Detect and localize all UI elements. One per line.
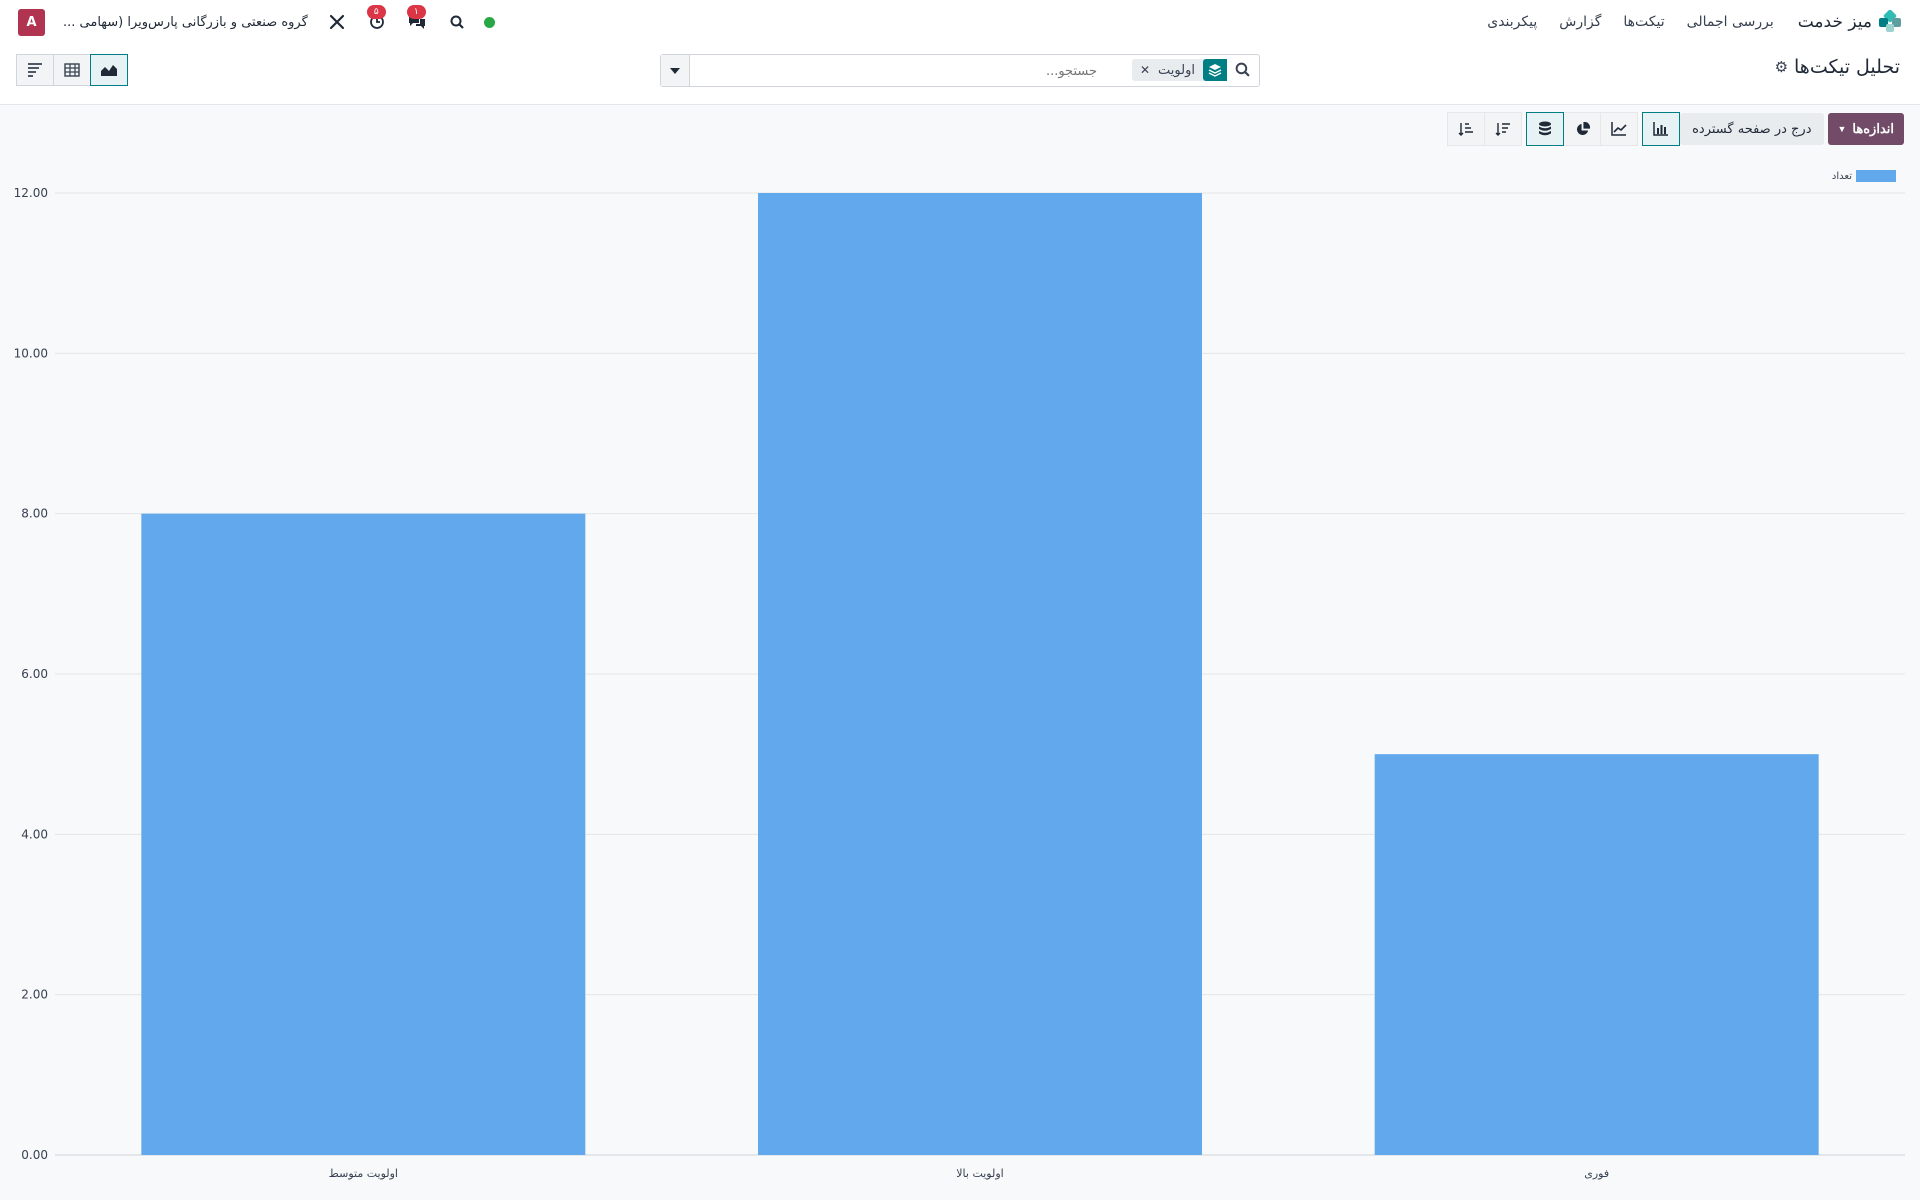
activity-clock-icon[interactable]: ۵ [366,5,388,33]
graph-chart: 0.00 2.00 4.00 6.00 8.00 10.00 12.00 اولویت مت… [14,186,1905,1180]
pivot-view-button[interactable] [53,54,91,86]
bar[interactable] [141,513,586,1155]
page-title-text: تحلیل تیکت‌ها [1794,56,1900,78]
search-icon[interactable] [1235,62,1251,78]
navbar-main-menu: میز خدمت بررسی اجمالی تیکت‌ها گزارش پیکر… [1465,0,1902,44]
search-options-toggle[interactable] [661,55,690,86]
search-bar: اولویت ✕ [660,54,1260,87]
line-chart-icon [1611,122,1627,136]
database-stack-icon [1539,121,1552,136]
bar-chart-button[interactable] [1642,112,1681,146]
legend-swatch [1856,170,1896,182]
online-status-icon [483,16,495,28]
y-tick-label: 4.00 [21,827,48,841]
x-tick-label: فوری [1584,1167,1609,1180]
view-switcher [16,54,128,86]
search-facet: اولویت ✕ [1131,59,1227,81]
debug-tools-icon[interactable] [326,11,348,33]
graph-toolbar: اندازه‌ها ▼ درج در صفحه گسترده [1447,112,1904,146]
top-navbar: میز خدمت بررسی اجمالی تیکت‌ها گزارش پیکر… [0,0,1920,45]
bar-chart-icon [1653,122,1669,136]
caret-down-icon: ▼ [1837,124,1847,134]
activity-badge: ۵ [366,5,386,19]
user-avatar[interactable]: A [18,8,45,36]
y-axis-ticks: 0.00 2.00 4.00 6.00 8.00 10.00 12.00 [14,186,48,1162]
y-tick-label: 2.00 [21,988,48,1002]
graph-view-button[interactable] [90,54,128,86]
y-tick-label: 0.00 [21,1148,48,1162]
list-view-button[interactable] [16,54,54,86]
bar[interactable] [1374,754,1819,1155]
messages-badge: ۱ [406,5,426,19]
measures-label: اندازه‌ها [1852,121,1894,136]
menu-overview[interactable]: بررسی اجمالی [1687,14,1774,30]
group-by-layers-icon [1203,59,1227,81]
y-tick-label: 12.00 [14,186,48,200]
y-tick-label: 8.00 [21,507,48,521]
menu-tickets[interactable]: تیکت‌ها [1623,14,1664,30]
legend-label: تعداد [1831,170,1852,182]
x-tick-label: اولویت متوسط [329,1167,398,1180]
x-axis-ticks: اولویت متوسط اولویت بالا فوری [329,1167,1609,1180]
pivot-table-icon [64,63,80,77]
helpdesk-logo-icon[interactable] [1878,10,1902,34]
y-tick-label: 10.00 [14,346,48,360]
control-panel: تحلیل تیکت‌ها ⚙ اولویت ✕ [0,44,1920,105]
sort-ascending-icon [1458,123,1474,136]
sort-ascending-button[interactable] [1447,112,1486,146]
x-tick-label: اولویت بالا [956,1167,1003,1180]
page-title: تحلیل تیکت‌ها ⚙ [1775,56,1900,78]
facet-remove-icon[interactable]: ✕ [1132,63,1150,77]
line-chart-button[interactable] [1600,112,1639,146]
bar[interactable] [758,193,1202,1155]
menu-configuration[interactable]: پیکربندی [1487,14,1537,30]
area-chart-icon [101,65,117,76]
gear-icon[interactable]: ⚙ [1775,58,1788,76]
search-input[interactable] [695,59,1099,83]
search-facet-label: اولویت [1158,62,1195,78]
stacked-button[interactable] [1526,112,1565,146]
pie-chart-icon [1576,121,1590,135]
global-search-icon[interactable] [446,11,468,33]
measures-dropdown-button[interactable]: اندازه‌ها ▼ [1827,113,1904,145]
company-switcher[interactable]: گروه صنعتی و بازرگانی پارس‌ویرا (سهامی .… [63,15,308,30]
chart-legend[interactable]: تعداد [1832,170,1896,182]
y-tick-label: 6.00 [21,667,48,681]
messages-chat-icon[interactable]: ۱ [406,5,428,33]
sort-descending-icon [1495,123,1511,136]
caret-down-icon [670,67,680,74]
navbar-systray: A گروه صنعتی و بازرگانی پارس‌ویرا (سهامی… [18,0,495,44]
list-view-icon [28,63,42,77]
insert-spreadsheet-button[interactable]: درج در صفحه گسترده [1680,113,1824,145]
app-name[interactable]: میز خدمت [1798,12,1872,32]
pie-chart-button[interactable] [1563,112,1602,146]
menu-reporting[interactable]: گزارش [1559,14,1601,30]
sort-descending-button[interactable] [1484,112,1523,146]
